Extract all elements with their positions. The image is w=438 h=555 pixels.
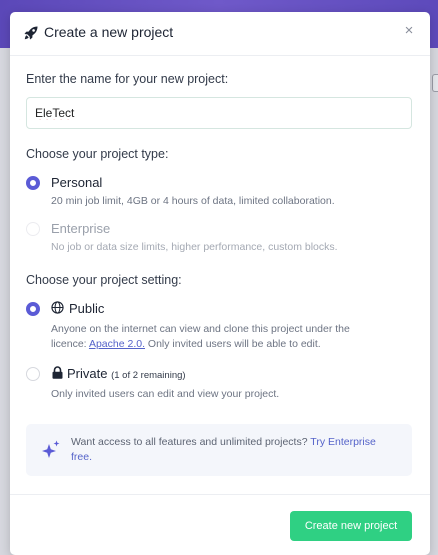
close-icon[interactable]: ×: [402, 23, 416, 38]
rocket-icon: [24, 26, 38, 40]
public-desc-line1: Anyone on the internet can view and clon…: [51, 323, 350, 335]
option-public-title: Public: [69, 301, 105, 316]
project-name-input[interactable]: [26, 97, 412, 129]
create-project-button[interactable]: Create new project: [290, 511, 412, 541]
modal-title: Create a new project: [44, 24, 174, 40]
option-personal-title: Personal: [51, 175, 103, 190]
globe-icon: [51, 301, 64, 314]
option-private-desc: Only invited users can edit and view you…: [51, 388, 280, 400]
modal-header: Create a new project ×: [10, 12, 430, 56]
private-label: Private: [67, 366, 108, 381]
option-public-desc: Anyone on the internet can view and clon…: [51, 322, 391, 352]
promo-message: Want access to all features and unlimite…: [71, 436, 311, 448]
private-remaining-note: (1 of 2 remaining): [111, 370, 186, 381]
enterprise-promo-box: Want access to all features and unlimite…: [26, 424, 412, 476]
public-desc-suffix: Only invited users will be able to edit.: [145, 338, 321, 350]
footer-divider: [10, 494, 430, 495]
radio-enterprise[interactable]: [26, 222, 40, 236]
option-enterprise-title: Enterprise: [51, 221, 111, 236]
radio-private[interactable]: [26, 367, 40, 381]
option-enterprise-desc: No job or data size limits, higher perfo…: [51, 241, 338, 253]
background-side-tab: [432, 74, 438, 92]
project-type-label: Choose your project type:: [26, 147, 169, 161]
create-project-modal: Create a new project × Enter the name fo…: [10, 12, 430, 555]
radio-public[interactable]: [26, 302, 40, 316]
radio-personal[interactable]: [26, 176, 40, 190]
project-setting-label: Choose your project setting:: [26, 273, 182, 287]
public-desc-prefix: licence:: [51, 338, 89, 350]
option-personal-desc: 20 min job limit, 4GB or 4 hours of data…: [51, 195, 335, 207]
sparkle-icon: [42, 440, 60, 458]
lock-icon: [52, 366, 63, 379]
promo-text: Want access to all features and unlimite…: [71, 435, 391, 465]
apache-license-link[interactable]: Apache 2.0.: [89, 338, 145, 350]
project-name-label: Enter the name for your new project:: [26, 72, 229, 86]
option-private-title: Private (1 of 2 remaining): [67, 366, 186, 381]
